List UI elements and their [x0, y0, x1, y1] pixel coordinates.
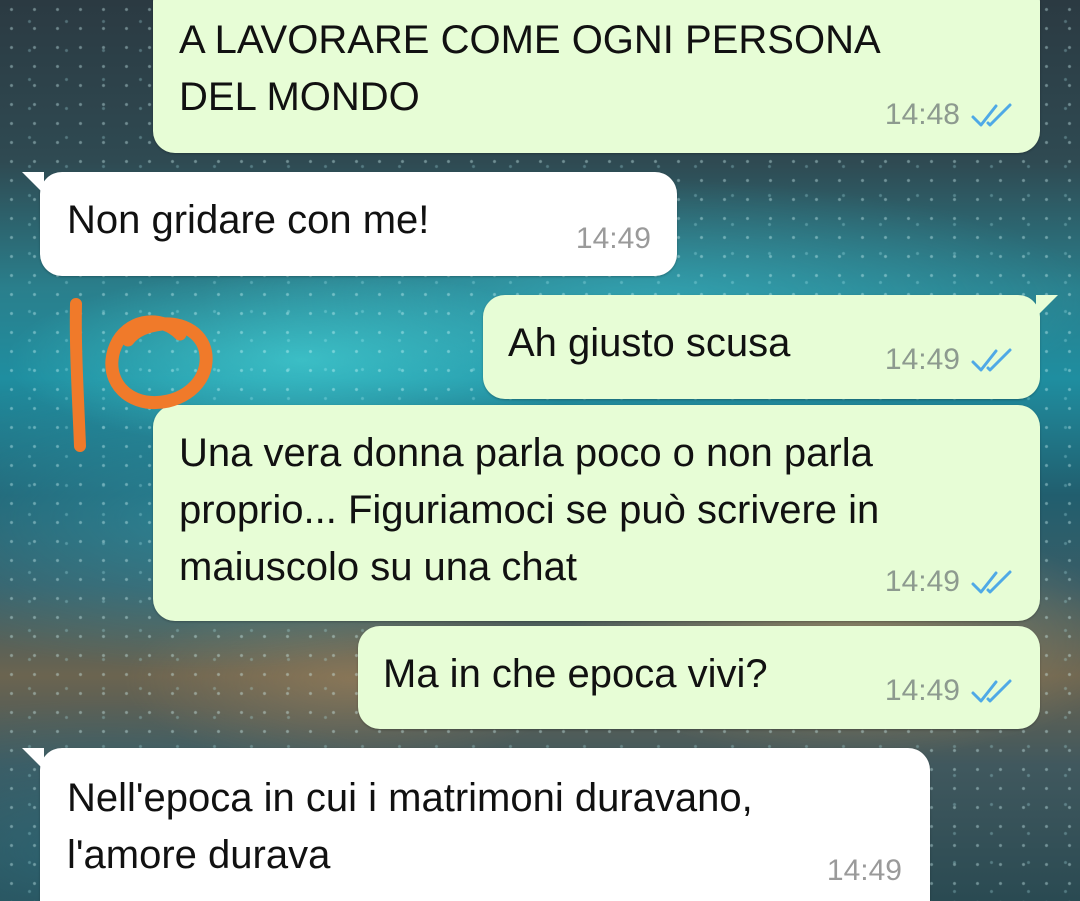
message-text: Una vera donna parla poco o non parla pr…: [179, 431, 880, 589]
double-check-read-icon: [971, 570, 1012, 594]
message-text: A LAVORARE COME OGNI PERSONA DEL MONDO: [179, 18, 881, 119]
message-time: 14:48: [884, 98, 960, 131]
message-text: Ah giusto scusa: [508, 321, 791, 365]
message-time: 14:49: [884, 674, 960, 707]
message-outgoing[interactable]: Ma in che epoca vivi? 14:49: [358, 626, 1040, 729]
message-text: Nell'epoca in cui i matrimoni duravano, …: [67, 776, 753, 877]
message-outgoing[interactable]: A LAVORARE COME OGNI PERSONA DEL MONDO 1…: [153, 0, 1040, 153]
message-text: Non gridare con me!: [67, 198, 430, 242]
handwritten-10-annotation: 10: [69, 298, 213, 452]
message-time: 14:49: [575, 222, 651, 255]
message-meta: 14:48: [885, 100, 1016, 130]
message-meta: 14:49: [576, 224, 651, 254]
message-time: 14:49: [884, 565, 960, 598]
double-check-read-icon: [971, 103, 1012, 127]
message-outgoing[interactable]: Una vera donna parla poco o non parla pr…: [153, 405, 1040, 621]
message-incoming[interactable]: Nell'epoca in cui i matrimoni duravano, …: [22, 748, 930, 901]
message-meta: 14:49: [827, 856, 902, 886]
double-check-read-icon: [971, 679, 1012, 703]
double-check-read-icon: [971, 348, 1012, 372]
message-incoming[interactable]: Non gridare con me! 14:49: [22, 172, 677, 276]
message-outgoing[interactable]: Ah giusto scusa 14:49: [483, 295, 1058, 399]
message-time: 14:49: [826, 854, 902, 887]
message-time: 14:49: [884, 343, 960, 376]
message-meta: 14:49: [885, 345, 1016, 375]
message-text: Ma in che epoca vivi?: [383, 652, 768, 696]
message-meta: 14:49: [885, 567, 1016, 597]
message-meta: 14:49: [885, 676, 1016, 706]
